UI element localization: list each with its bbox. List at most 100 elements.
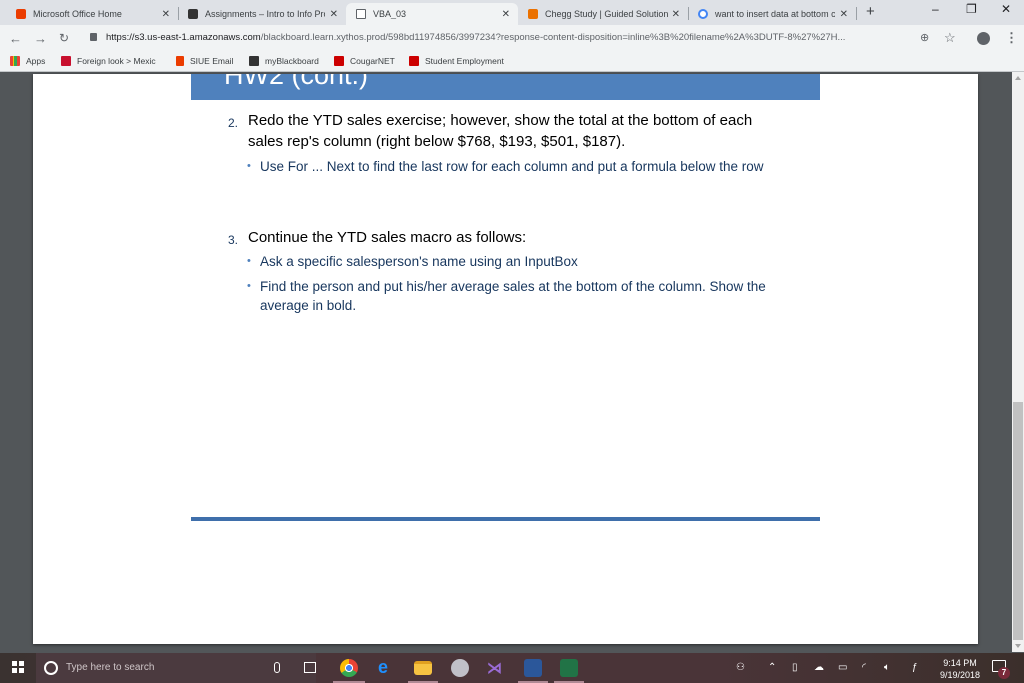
edge-icon[interactable]: e bbox=[378, 657, 388, 678]
restore-button[interactable]: ❐ bbox=[966, 2, 977, 16]
file-explorer-icon[interactable] bbox=[414, 661, 432, 675]
account-icon[interactable] bbox=[977, 32, 990, 45]
reload-button[interactable]: ↻ bbox=[59, 31, 69, 45]
item-number: 2. bbox=[228, 116, 239, 130]
bookmark-red-icon bbox=[61, 56, 71, 66]
bookmark-apps[interactable]: Apps bbox=[10, 56, 45, 66]
cortana-icon bbox=[44, 661, 58, 675]
bullet-icon: • bbox=[247, 160, 251, 172]
item-text: Redo the YTD sales exercise; however, sh… bbox=[248, 112, 753, 150]
close-tab-icon[interactable]: ✕ bbox=[502, 9, 510, 20]
url-text[interactable]: https://s3.us-east-1.amazonaws.com/black… bbox=[106, 32, 845, 43]
cougar-icon bbox=[334, 56, 344, 66]
blackboard-icon bbox=[188, 9, 198, 19]
document-icon bbox=[356, 9, 366, 19]
blackboard-icon bbox=[249, 56, 259, 66]
tab-title: want to insert data at bottom c bbox=[715, 9, 835, 19]
google-icon bbox=[698, 9, 708, 19]
bookmark-label: Apps bbox=[26, 56, 46, 66]
bookmark-label: myBlackboard bbox=[265, 56, 319, 66]
bookmark-label: Student Employment bbox=[425, 56, 504, 66]
tab-microsoft-office-home[interactable]: Microsoft Office Home ✕ bbox=[6, 3, 178, 25]
browser-toolbar: ← → ↻ https://s3.us-east-1.amazonaws.com… bbox=[0, 25, 1024, 53]
browser-tab-bar: Microsoft Office Home ✕ Assignments – In… bbox=[0, 0, 1024, 25]
scrollbar-thumb[interactable] bbox=[1013, 402, 1023, 640]
vertical-scrollbar[interactable] bbox=[1012, 72, 1024, 652]
new-tab-button[interactable]: + bbox=[866, 3, 875, 20]
scroll-down-icon[interactable] bbox=[1015, 644, 1021, 648]
zoom-icon[interactable]: ⊕ bbox=[920, 31, 929, 44]
pdf-viewer: HW2 (cont.) 2. Redo the YTD sales exerci… bbox=[0, 72, 1012, 652]
office-icon bbox=[176, 56, 184, 66]
lock-icon bbox=[90, 33, 97, 41]
volume-icon[interactable]: 🔈︎ bbox=[884, 662, 890, 673]
bookmark-label: Foreign look > Mexic bbox=[77, 56, 156, 66]
battery-icon[interactable]: ▭ bbox=[838, 662, 847, 673]
notification-count-badge: 7 bbox=[998, 667, 1010, 679]
bullet-icon: • bbox=[247, 280, 251, 292]
visual-studio-icon[interactable]: ⋊ bbox=[487, 659, 505, 677]
close-tab-icon[interactable]: ✕ bbox=[672, 9, 680, 20]
bookmark-cougarnet[interactable]: CougarNET bbox=[334, 56, 395, 66]
back-button[interactable]: ← bbox=[9, 31, 22, 46]
bookmark-siue-email[interactable]: SIUE Email bbox=[176, 56, 233, 66]
excel-icon[interactable] bbox=[560, 659, 578, 677]
item-number: 3. bbox=[228, 233, 239, 247]
tab-title: VBA_03 bbox=[373, 9, 407, 19]
tab-title: Microsoft Office Home bbox=[33, 9, 122, 19]
menu-icon[interactable]: ⋮ bbox=[1005, 30, 1018, 46]
tab-vba-03[interactable]: VBA_03 ✕ bbox=[346, 3, 518, 25]
task-view-icon[interactable] bbox=[304, 662, 316, 673]
bookmark-foreign-look[interactable]: Foreign look > Mexic bbox=[61, 56, 156, 66]
cougar-icon bbox=[409, 56, 419, 66]
slide-divider bbox=[191, 517, 820, 521]
forward-button[interactable]: → bbox=[34, 31, 47, 46]
tab-chegg-study[interactable]: Chegg Study | Guided Solution ✕ bbox=[518, 3, 688, 25]
bullet-text: Find the person and put his/her average … bbox=[260, 279, 766, 313]
bullet-text: Use For ... Next to find the last row fo… bbox=[260, 159, 764, 174]
slide-header: HW2 (cont.) bbox=[191, 74, 820, 100]
show-hidden-icons[interactable]: ⌃ bbox=[768, 662, 776, 673]
scroll-up-icon[interactable] bbox=[1015, 76, 1021, 80]
item-text: Continue the YTD sales macro as follows: bbox=[248, 229, 527, 246]
windows-taskbar: Type here to search e ⋊ ⚇ ⌃ ▯ ☁ ▭ ◜ 🔈︎ ƒ… bbox=[0, 653, 1024, 683]
minimize-button[interactable]: – bbox=[932, 2, 939, 16]
bookmark-label: CougarNET bbox=[350, 56, 395, 66]
close-tab-icon[interactable]: ✕ bbox=[330, 9, 338, 20]
clock-time: 9:14 PM bbox=[943, 658, 977, 668]
bookmark-myblackboard[interactable]: myBlackboard bbox=[249, 56, 319, 66]
bookmark-label: SIUE Email bbox=[190, 56, 234, 66]
snipping-tool-icon[interactable] bbox=[451, 659, 469, 677]
onedrive-icon[interactable]: ☁ bbox=[814, 662, 824, 673]
pdf-page: HW2 (cont.) 2. Redo the YTD sales exerci… bbox=[33, 74, 978, 644]
apps-grid-icon bbox=[10, 56, 20, 66]
bullet-icon: • bbox=[247, 255, 251, 267]
chegg-icon bbox=[528, 9, 538, 19]
system-clock[interactable]: 9:14 PM 9/19/2018 bbox=[930, 657, 990, 681]
bookmarks-bar: Apps Foreign look > Mexic SIUE Email myB… bbox=[0, 53, 1024, 72]
usb-device-icon[interactable]: ▯ bbox=[792, 662, 798, 673]
tab-title: Chegg Study | Guided Solution bbox=[545, 9, 669, 19]
close-tab-icon[interactable]: ✕ bbox=[840, 9, 848, 20]
chrome-icon[interactable] bbox=[340, 659, 358, 677]
bookmark-student-employment[interactable]: Student Employment bbox=[409, 56, 504, 66]
search-placeholder: Type here to search bbox=[66, 662, 155, 673]
clock-date: 9/19/2018 bbox=[939, 670, 981, 680]
microphone-icon[interactable] bbox=[274, 662, 280, 673]
close-tab-icon[interactable]: ✕ bbox=[162, 9, 170, 20]
windows-start-icon[interactable] bbox=[12, 661, 24, 673]
pen-icon[interactable]: ƒ bbox=[912, 662, 918, 673]
word-icon[interactable] bbox=[524, 659, 542, 677]
bullet-text: Ask a specific salesperson's name using … bbox=[260, 254, 578, 269]
tab-assignments[interactable]: Assignments – Intro to Info Pro ✕ bbox=[178, 3, 346, 25]
close-window-button[interactable]: ✕ bbox=[1001, 2, 1011, 16]
tab-divider bbox=[856, 7, 857, 20]
bookmark-star-icon[interactable]: ☆ bbox=[944, 30, 956, 46]
tab-title: Assignments – Intro to Info Pro bbox=[205, 9, 325, 19]
people-icon[interactable]: ⚇ bbox=[736, 662, 745, 673]
office-icon bbox=[16, 9, 26, 19]
address-bar[interactable]: https://s3.us-east-1.amazonaws.com/black… bbox=[82, 28, 967, 50]
tab-google-search[interactable]: want to insert data at bottom c ✕ bbox=[688, 3, 856, 25]
wifi-icon[interactable]: ◜ bbox=[862, 662, 866, 673]
slide-title: HW2 (cont.) bbox=[224, 74, 369, 90]
